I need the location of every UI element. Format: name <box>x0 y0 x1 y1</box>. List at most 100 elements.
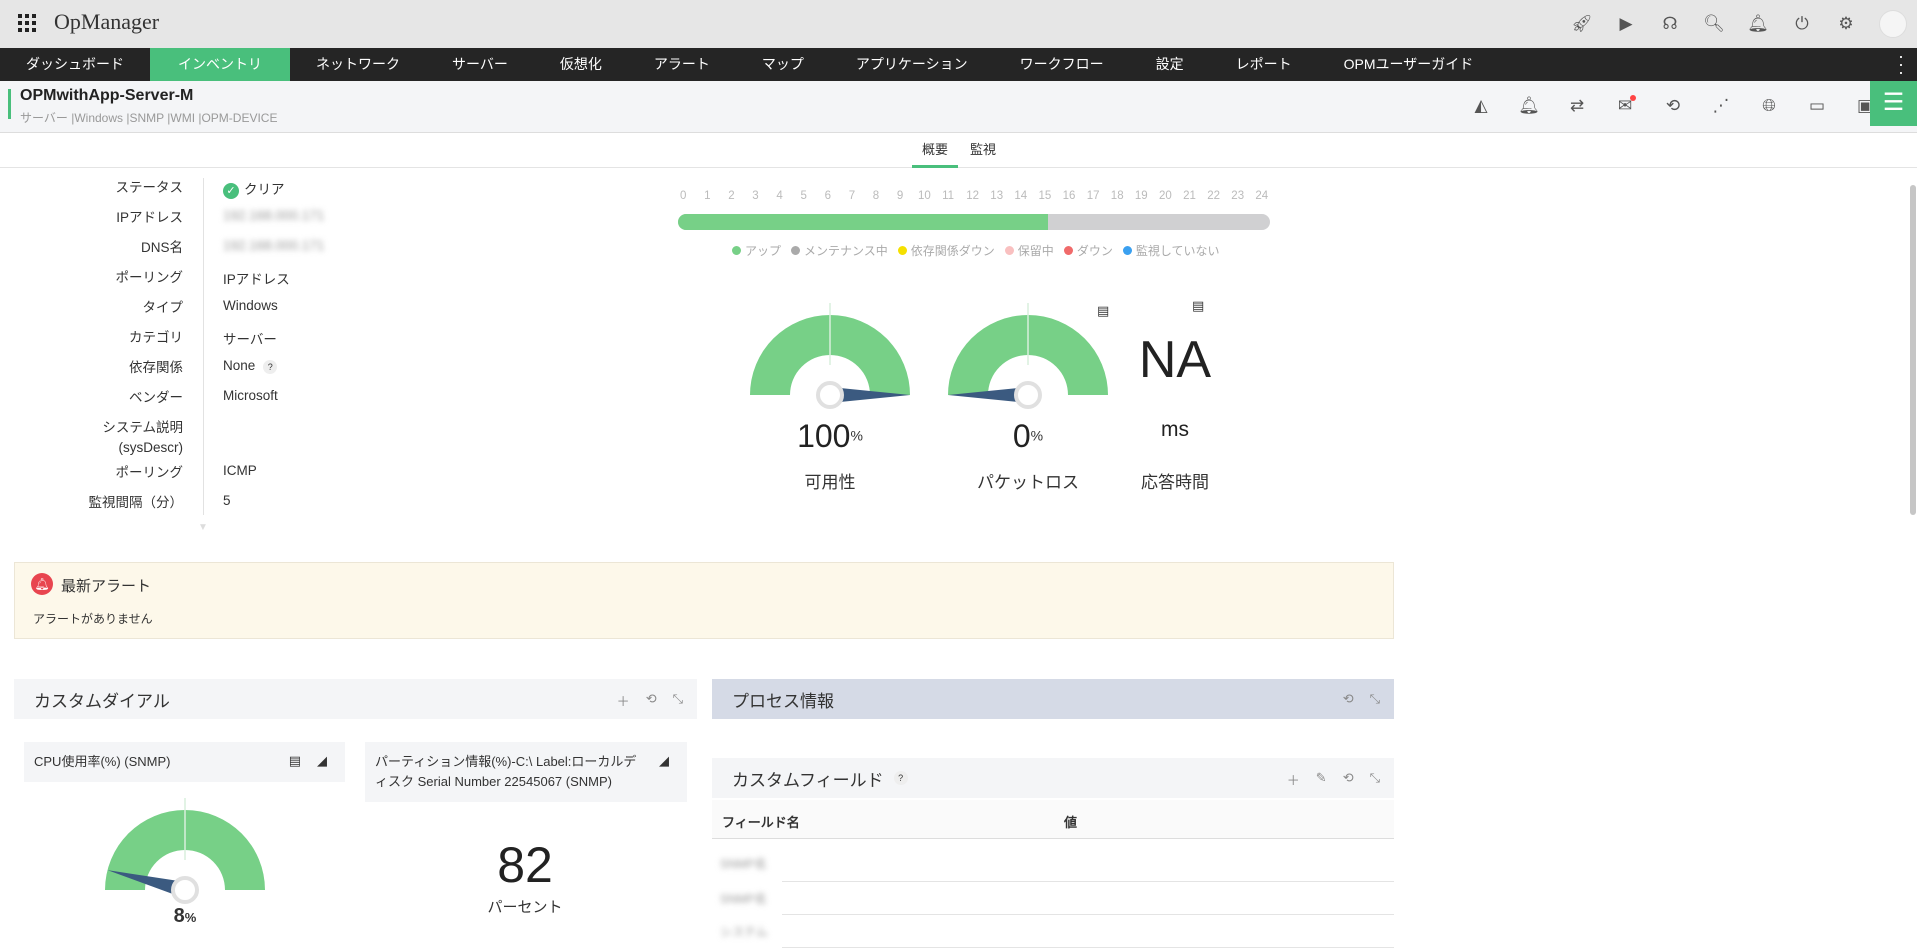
info-label: DNS名 <box>140 240 183 255</box>
gear-icon[interactable]: ⚙ <box>1835 13 1857 35</box>
custom-fields-header: カスタムフィールド ? ＋ ✎ ⟲ ⤡ <box>712 758 1394 798</box>
response-time-value: NA <box>1138 331 1212 389</box>
info-value: Microsoft <box>223 388 278 403</box>
nav-item[interactable]: OPMユーザーガイド <box>1318 48 1500 81</box>
hour-tick: 19 <box>1134 190 1148 202</box>
nav-item[interactable]: マップ <box>736 48 830 81</box>
report-icon[interactable]: ▤ <box>1097 303 1109 319</box>
hour-tick: 0 <box>680 190 687 202</box>
help-icon[interactable]: ? <box>263 360 278 374</box>
nav-item[interactable]: サーバー <box>426 48 534 81</box>
nav-item[interactable]: インベントリ <box>150 48 290 81</box>
hour-tick: 20 <box>1159 190 1172 202</box>
tab-overview[interactable]: 概要 <box>912 139 959 168</box>
sync-icon[interactable]: ⟲ <box>1662 95 1684 117</box>
mail-icon[interactable]: ✉ <box>1614 95 1636 117</box>
alarm-icon[interactable]: 🔔︎ <box>1518 95 1540 117</box>
report-icon[interactable]: ▤ <box>289 751 301 771</box>
info-label: ステータス <box>115 180 184 195</box>
globe-icon[interactable]: 🌐︎ <box>1758 95 1780 117</box>
column-field-name: フィールド名 <box>722 815 800 830</box>
custom-dial-header: カスタムダイアル ＋ ⟲ ⤡ <box>14 679 697 719</box>
legend-item: 監視していない <box>1122 242 1219 259</box>
response-time-label: 応答時間 <box>1141 473 1209 492</box>
tab-monitoring[interactable]: 監視 <box>960 139 1006 158</box>
search-icon[interactable]: 🔍︎ <box>1703 13 1725 35</box>
info-label: 依存関係 <box>129 360 183 375</box>
info-value: None? <box>223 358 278 374</box>
expand-icon[interactable]: ⤡ <box>673 691 683 710</box>
legend-dot <box>1122 246 1132 255</box>
info-value: Windows <box>223 298 278 313</box>
info-value: ✓ クリア <box>223 178 285 199</box>
check-icon: ✓ <box>223 183 239 199</box>
custom-fields-rows: SNMP名 SNMP名 システム <box>712 839 1394 948</box>
legend-dot <box>1004 246 1014 255</box>
partition-card-title: パーティション情報(%)-C:\ Label:ローカルディスク Serial N… <box>375 754 637 789</box>
path-icon[interactable]: ⋰ <box>1710 95 1732 117</box>
edit-icon[interactable]: ✎ <box>1316 770 1327 789</box>
expand-icon[interactable]: ⤡ <box>1370 691 1380 707</box>
legend-dot <box>897 246 907 255</box>
alerts-title: 最新アラート <box>61 578 152 595</box>
nav-item[interactable]: 設定 <box>1130 48 1210 81</box>
info-value: ICMP <box>223 463 257 478</box>
availability-label: 可用性 <box>804 473 856 492</box>
refresh-icon[interactable]: ⟲ <box>1343 691 1354 707</box>
nav-item[interactable]: ダッシュボード <box>0 48 150 81</box>
remote-desktop-icon[interactable]: ▭ <box>1806 95 1828 117</box>
hour-tick: 7 <box>848 190 856 202</box>
info-value: 5 <box>223 493 231 508</box>
more-menu-icon[interactable]: · · · <box>1898 47 1904 81</box>
process-info-title: プロセス情報 <box>732 691 834 711</box>
hour-tick: 23 <box>1231 190 1245 202</box>
nav-item[interactable]: アラート <box>628 48 736 81</box>
nav-item[interactable]: ネットワーク <box>290 48 426 81</box>
plug-icon[interactable]: ⏻ <box>1791 13 1813 35</box>
legend-dot <box>732 246 741 255</box>
custom-dial-title: カスタムダイアル <box>34 691 170 711</box>
info-label: カテゴリ <box>129 330 183 345</box>
nav-item[interactable]: 仮想化 <box>534 48 628 81</box>
refresh-icon[interactable]: ⟲ <box>1343 770 1354 789</box>
packet-loss-value: 0% <box>1012 418 1044 454</box>
add-icon[interactable]: ＋ <box>617 691 630 710</box>
partition-unit: パーセント <box>487 899 563 916</box>
graph-icon[interactable]: ◢ <box>317 751 327 771</box>
expand-icon[interactable]: ⤡ <box>1370 770 1380 789</box>
scrollbar[interactable] <box>1910 185 1916 515</box>
info-label: ベンダー <box>129 390 183 405</box>
nav-item[interactable]: レポート <box>1210 48 1318 81</box>
workflow-icon[interactable]: ⇄ <box>1566 95 1588 117</box>
cpu-card-header: CPU使用率(%) (SNMP) ▤ ◢ <box>24 742 345 782</box>
field-name: システム <box>720 925 768 939</box>
nav-item[interactable]: ワークフロー <box>994 48 1130 81</box>
add-icon[interactable]: ＋ <box>1287 770 1300 789</box>
refresh-icon[interactable]: ⟲ <box>646 691 657 710</box>
graph-icon[interactable]: ◢ <box>659 751 669 771</box>
legend-item: アップ <box>732 242 781 259</box>
gauge-hub <box>1014 381 1042 409</box>
alerts-empty-text: アラートがありません <box>33 612 153 626</box>
report-icon[interactable]: ▤ <box>1192 298 1204 314</box>
presentation-icon[interactable]: ▶ <box>1615 13 1637 35</box>
avatar[interactable] <box>1879 10 1907 38</box>
rocket-icon[interactable]: 🚀︎ <box>1571 13 1593 35</box>
bell-icon[interactable]: 🔔︎ <box>1747 13 1769 35</box>
hour-tick: 18 <box>1110 190 1124 202</box>
expand-arrow-icon[interactable]: ▼ <box>198 522 208 533</box>
field-name: SNMP名 <box>720 892 767 906</box>
hamburger-menu-icon[interactable]: ☰ <box>1870 81 1917 126</box>
partition-value: 82 <box>497 837 553 893</box>
hour-tick: 21 <box>1183 190 1196 202</box>
legend-dot <box>791 246 801 255</box>
info-value: 192.168.000.171 <box>223 238 325 253</box>
timeline-up-fill <box>678 214 1048 230</box>
nav-item[interactable]: アプリケーション <box>830 48 994 81</box>
hour-tick: 12 <box>966 190 979 202</box>
help-icon[interactable]: ? <box>893 771 908 785</box>
apps-grid-icon[interactable] <box>18 14 36 32</box>
gauge-hub <box>171 876 199 904</box>
graph-icon[interactable]: ◭ <box>1470 95 1492 117</box>
headset-icon[interactable]: ☊ <box>1659 13 1681 35</box>
